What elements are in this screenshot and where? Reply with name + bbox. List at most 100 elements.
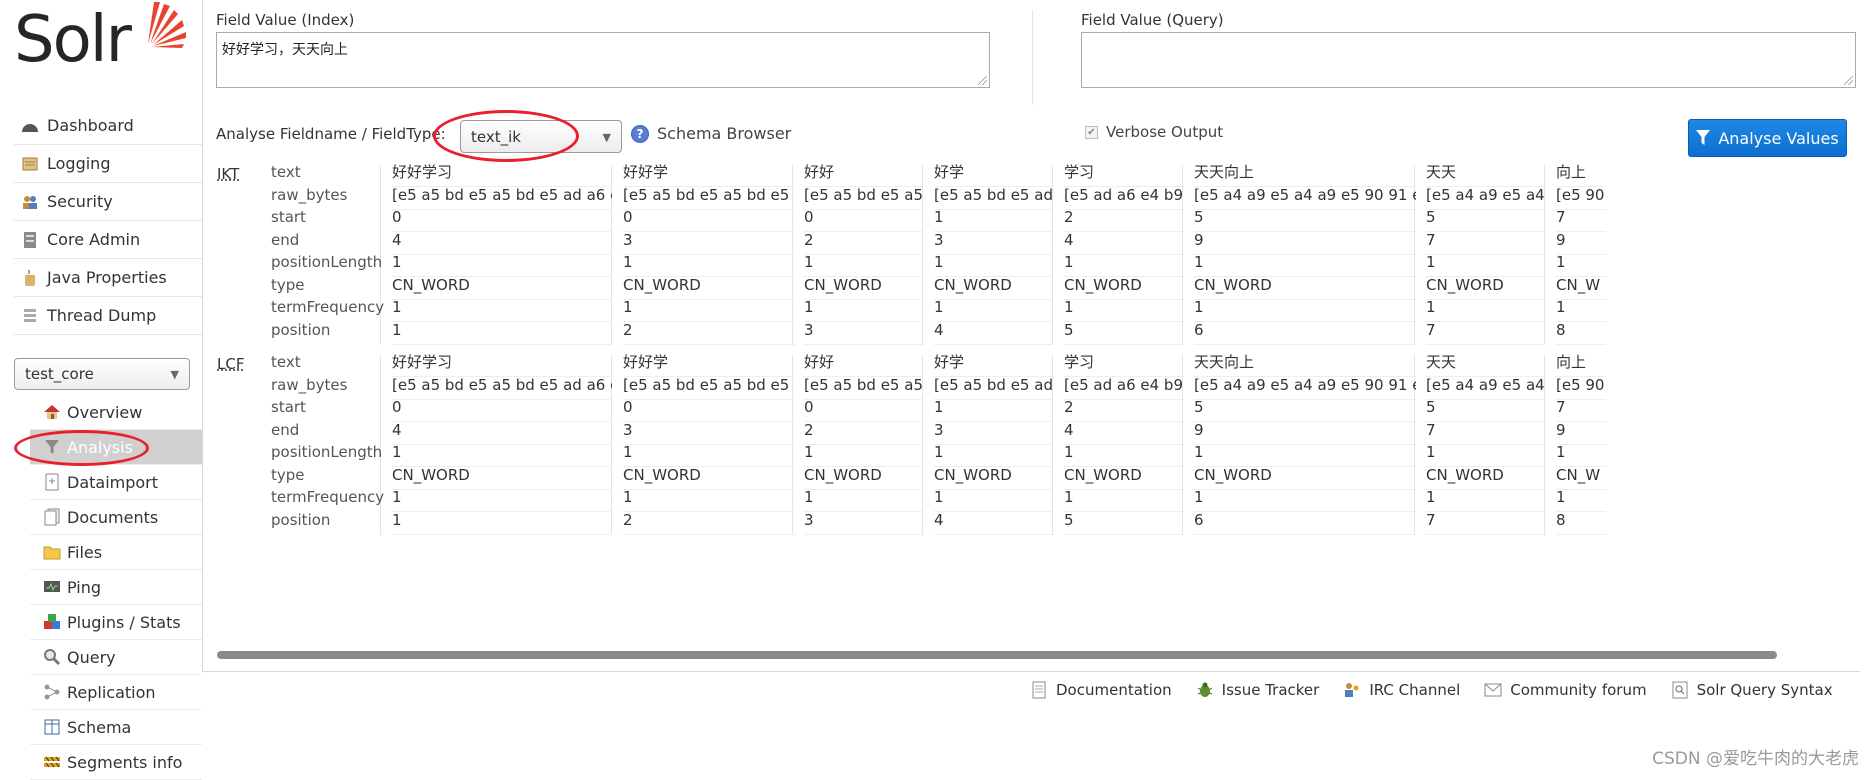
help-icon: ? (631, 124, 649, 143)
verbose-checkbox[interactable]: ✔ (1085, 125, 1098, 139)
footer-link-issue-tracker[interactable]: Issue Tracker (1196, 681, 1320, 699)
row-label-position: position (271, 321, 331, 339)
token-cell: 1 (392, 317, 612, 345)
resize-grip-icon[interactable] (1844, 76, 1853, 85)
analysis-stage: IKT text 好好学习 好好学 好好 好学 学习 天天向上 天天 向上 raw_bytes [e5… (217, 163, 1857, 345)
row-label-position: position (271, 511, 331, 529)
core-menu-item-documents[interactable]: Documents (30, 500, 202, 535)
column-divider (1544, 355, 1545, 535)
core-menu-item-files[interactable]: Files (30, 535, 202, 570)
fieldtype-select[interactable]: text_ik ▼ (460, 120, 622, 153)
core-menu-item-query[interactable]: Query (30, 640, 202, 675)
plugins-icon (42, 612, 62, 632)
nav-item-label: Thread Dump (47, 306, 157, 325)
stage-name: IKT (217, 165, 240, 183)
footer-link-irc-channel[interactable]: IRC Channel (1343, 681, 1460, 699)
core-menu-item-label: Analysis (67, 437, 133, 457)
dashboard-icon (20, 116, 40, 136)
core-menu-item-overview[interactable]: Overview (30, 395, 202, 430)
funnel-icon (1696, 130, 1711, 146)
core-menu-item-plugins-stats[interactable]: Plugins / Stats (30, 605, 202, 640)
solr-logo[interactable]: Solr (14, 0, 186, 80)
divider (1032, 10, 1033, 105)
token-cell: 4 (934, 317, 1052, 345)
core-selector[interactable]: test_core ▼ (14, 358, 190, 390)
fieldtype-select-value: text_ik (471, 127, 521, 146)
nav-item-label: Java Properties (47, 268, 167, 287)
house-icon (42, 402, 62, 422)
stage-name: LCF (217, 355, 245, 373)
core-menu: Overview Analysis Dataimport Documents Files… (30, 395, 202, 780)
token-cell: 8 (1556, 317, 1606, 345)
solr-sun-icon (148, 2, 186, 48)
field-value-index-input[interactable]: 好好学习，天天向上 (216, 32, 990, 88)
core-menu-item-label: Replication (67, 682, 156, 702)
analyse-values-button[interactable]: Analyse Values (1688, 119, 1847, 157)
chevron-down-icon: ▼ (170, 368, 179, 381)
chevron-down-icon: ▼ (602, 131, 611, 144)
query-syntax-icon (1671, 681, 1689, 699)
document-icon (1030, 681, 1048, 699)
core-menu-item-ping[interactable]: Ping (30, 570, 202, 605)
schema-browser-link[interactable]: ? Schema Browser (631, 124, 791, 143)
nav-item-java-properties[interactable]: Java Properties (14, 259, 202, 297)
token-cell: 5 (1064, 507, 1184, 535)
analyse-values-label: Analyse Values (1718, 128, 1839, 148)
core-menu-item-analysis[interactable]: Analysis (30, 430, 202, 465)
nav-item-core-admin[interactable]: Core Admin (14, 221, 202, 259)
footer-link-label: Documentation (1056, 681, 1172, 699)
footer-link-solr-query-syntax[interactable]: Solr Query Syntax (1671, 681, 1833, 699)
token-cell: 1 (392, 507, 612, 535)
main-nav: Dashboard Logging Security Core Admin Java P… (14, 107, 202, 335)
field-value-query-input[interactable] (1081, 32, 1856, 88)
funnel-icon (42, 437, 62, 457)
token-cell: 8 (1556, 507, 1606, 535)
column-divider (922, 355, 923, 535)
footer-link-documentation[interactable]: Documentation (1030, 681, 1172, 699)
analysis-panel: Field Value (Index) 好好学习，天天向上 Field Valu… (202, 0, 1860, 672)
footer-link-label: Solr Query Syntax (1696, 681, 1833, 699)
core-menu-item-dataimport[interactable]: Dataimport (30, 465, 202, 500)
horizontal-scrollbar[interactable] (217, 651, 1777, 659)
nav-item-security[interactable]: Security (14, 183, 202, 221)
footer-link-label: Issue Tracker (1221, 681, 1320, 699)
replication-icon (42, 682, 62, 702)
footer-link-community-forum[interactable]: Community forum (1484, 681, 1647, 699)
analysis-stage: LCF text 好好学习 好好学 好好 好学 学习 天天向上 天天 向上 raw_bytes [e5… (217, 353, 1857, 535)
core-menu-item-schema[interactable]: Schema (30, 710, 202, 745)
column-divider (922, 165, 923, 345)
logo-text: Solr (14, 3, 132, 77)
core-menu-item-replication[interactable]: Replication (30, 675, 202, 710)
folder-icon (42, 542, 62, 562)
resize-grip-icon[interactable] (978, 76, 987, 85)
sidebar: Solr Dashboard Logging Security Core Admin J… (0, 0, 202, 780)
core-menu-item-label: Files (67, 542, 103, 562)
field-value-index-text: 好好学习，天天向上 (222, 42, 348, 58)
field-value-query-label: Field Value (Query) (1081, 11, 1224, 29)
nav-item-logging[interactable]: Logging (14, 145, 202, 183)
java-properties-icon (20, 268, 40, 288)
nav-item-label: Core Admin (47, 230, 141, 249)
footer-links: Documentation Issue Tracker IRC Channel Com… (1030, 676, 1857, 704)
footer-link-label: Community forum (1510, 681, 1647, 699)
ping-icon (42, 577, 62, 597)
magnifier-icon (42, 647, 62, 667)
column-divider (1544, 165, 1545, 345)
nav-item-dashboard[interactable]: Dashboard (14, 107, 202, 145)
token-cell: 6 (1194, 507, 1416, 535)
nav-item-thread-dump[interactable]: Thread Dump (14, 297, 202, 335)
verbose-output-toggle[interactable]: ✔ Verbose Output (1085, 123, 1223, 141)
bug-icon (1196, 681, 1214, 699)
token-cell: 3 (804, 317, 922, 345)
nav-item-label: Security (47, 192, 113, 211)
thread-dump-icon (20, 306, 40, 326)
schema-browser-label: Schema Browser (657, 124, 792, 143)
token-cell: 2 (623, 317, 795, 345)
token-cell: 3 (804, 507, 922, 535)
fieldtype-label: Analyse Fieldname / FieldType: (216, 125, 446, 143)
core-selector-value: test_core (25, 365, 94, 383)
token-cell: 4 (934, 507, 1052, 535)
core-menu-item-label: Overview (67, 402, 143, 422)
core-admin-icon (20, 230, 40, 250)
core-menu-item-segments-info[interactable]: Segments info (30, 745, 202, 780)
